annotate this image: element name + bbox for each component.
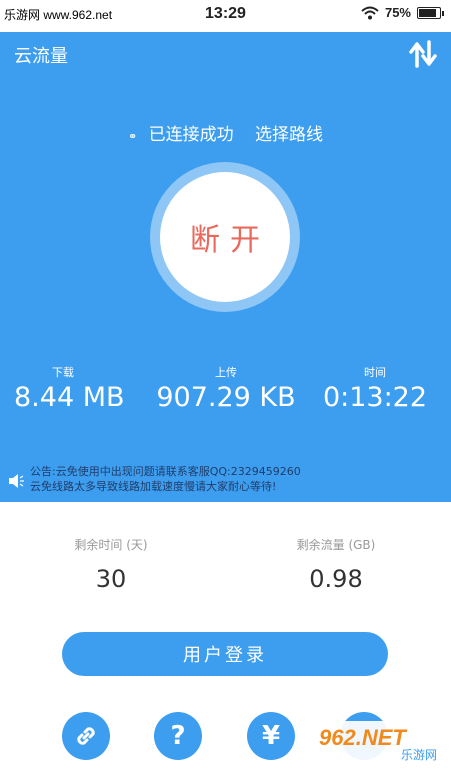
remaining-time-label: 剩余时间 (天) (74, 538, 148, 552)
remaining-time-value: 30 (95, 565, 127, 593)
download-value: 8.44 MB (14, 382, 125, 413)
status-bar: 乐游网 www.962.net 13:29 75% (0, 0, 451, 32)
notice-text: 公告:云免使用中出现问题请联系客服QQ:2329459260 云免线路太多导致线… (30, 464, 301, 494)
remaining-flow-value: 0.98 (309, 565, 363, 593)
time-stat: 时间 0:13:22 (320, 364, 430, 413)
upload-stat: 上传 907.29 KB (150, 364, 302, 413)
watermark-sub: 乐游网 (400, 748, 437, 762)
link-small-icon: ⚭ (127, 130, 138, 143)
disconnect-button[interactable]: 断开 (160, 172, 290, 302)
status-icons: 75% (361, 5, 444, 20)
switch-arrows-icon[interactable] (407, 40, 439, 68)
notice-line-2: 云免线路太多导致线路加载速度慢请大家耐心等待! (30, 480, 277, 493)
select-route-link[interactable]: 选择路线 (255, 125, 323, 145)
remaining-flow: 剩余流量 (GB) 0.98 (256, 536, 416, 593)
help-icon[interactable]: ? (154, 712, 202, 760)
login-button[interactable]: 用户登录 (62, 632, 388, 676)
time-value: 0:13:22 (322, 382, 428, 413)
time-label: 时间 (364, 366, 386, 379)
connection-panel: 云流量 ⚭ 已连接成功 选择路线 断开 下载 8.44 MB 上传 907.29… (0, 32, 451, 502)
watermark-main: 962.NET (319, 725, 406, 750)
yen-icon[interactable]: ¥ (247, 712, 295, 760)
wifi-icon (361, 6, 379, 19)
bottom-icon-row: ? ¥ 962.NET 乐游网 (0, 712, 451, 769)
upload-label: 上传 (215, 366, 237, 379)
connection-status-line: ⚭ 已连接成功 选择路线 (0, 120, 451, 145)
battery-icon (417, 6, 444, 19)
notice-line-1: 公告:云免使用中出现问题请联系客服QQ:2329459260 (30, 465, 301, 478)
download-label: 下载 (52, 366, 74, 379)
link-icon[interactable] (62, 712, 110, 760)
remaining-flow-label: 剩余流量 (GB) (296, 538, 376, 552)
download-stat: 下载 8.44 MB (14, 364, 125, 413)
connection-status: 已连接成功 (148, 125, 234, 145)
site-watermark: 962.NET 乐游网 (313, 721, 445, 765)
app-title: 云流量 (14, 46, 68, 67)
remaining-time: 剩余时间 (天) 30 (31, 536, 191, 593)
upload-value: 907.29 KB (156, 382, 296, 413)
screen: 乐游网 www.962.net 13:29 75% 云流量 ⚭ 已连接成功 选择… (0, 0, 451, 769)
battery-percent: 75% (384, 5, 411, 20)
speaker-icon (9, 474, 24, 488)
